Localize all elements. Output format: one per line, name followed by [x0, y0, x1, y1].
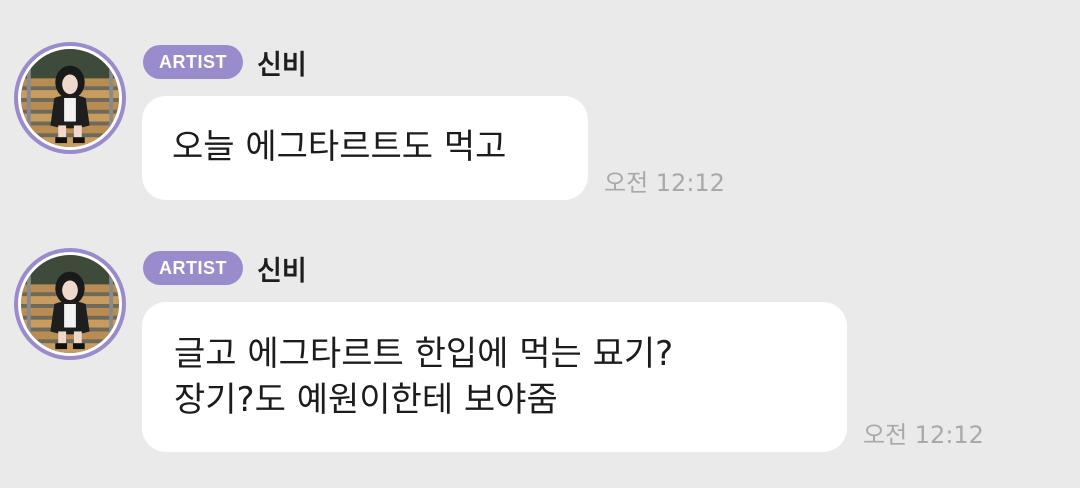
chat-message: ARTIST 신비 오늘 에그타르트도 먹고 오전 12:12	[0, 42, 1080, 202]
artist-badge: ARTIST	[143, 45, 243, 79]
author-name[interactable]: 신비	[257, 249, 307, 288]
author-name[interactable]: 신비	[257, 43, 307, 82]
message-header: ARTIST 신비	[143, 248, 307, 288]
avatar[interactable]	[14, 248, 126, 360]
message-bubble[interactable]: 글고 에그타르트 한입에 먹는 묘기? 장기?도 예원이한테 보야줌	[142, 302, 847, 452]
message-timestamp: 오전 12:12	[863, 421, 984, 449]
artist-badge: ARTIST	[143, 251, 243, 285]
message-header: ARTIST 신비	[143, 42, 307, 82]
message-bubble[interactable]: 오늘 에그타르트도 먹고	[142, 96, 588, 200]
avatar[interactable]	[14, 42, 126, 154]
message-timestamp: 오전 12:12	[604, 169, 725, 197]
profile-photo	[21, 255, 119, 353]
chat-message: ARTIST 신비 글고 에그타르트 한입에 먹는 묘기? 장기?도 예원이한테…	[0, 248, 1080, 454]
profile-photo	[21, 49, 119, 147]
